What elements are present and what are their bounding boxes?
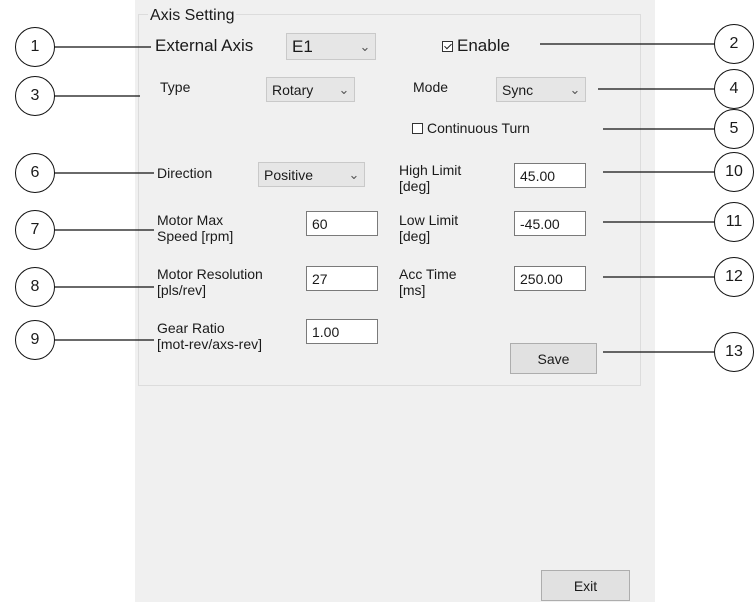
callout-13: 13 — [714, 332, 754, 372]
callout-5: 5 — [714, 109, 754, 149]
callout-3: 3 — [15, 76, 55, 116]
callout-10: 10 — [714, 152, 754, 192]
callout-12: 12 — [714, 257, 754, 297]
callout-4: 4 — [714, 69, 754, 109]
callout-7: 7 — [15, 210, 55, 250]
callout-6: 6 — [15, 153, 55, 193]
callout-lines — [54, 43, 714, 353]
callout-11: 11 — [714, 202, 754, 242]
callout-2: 2 — [714, 24, 754, 64]
callout-9: 9 — [15, 320, 55, 360]
callout-8: 8 — [15, 267, 55, 307]
callout-1: 1 — [15, 27, 55, 67]
